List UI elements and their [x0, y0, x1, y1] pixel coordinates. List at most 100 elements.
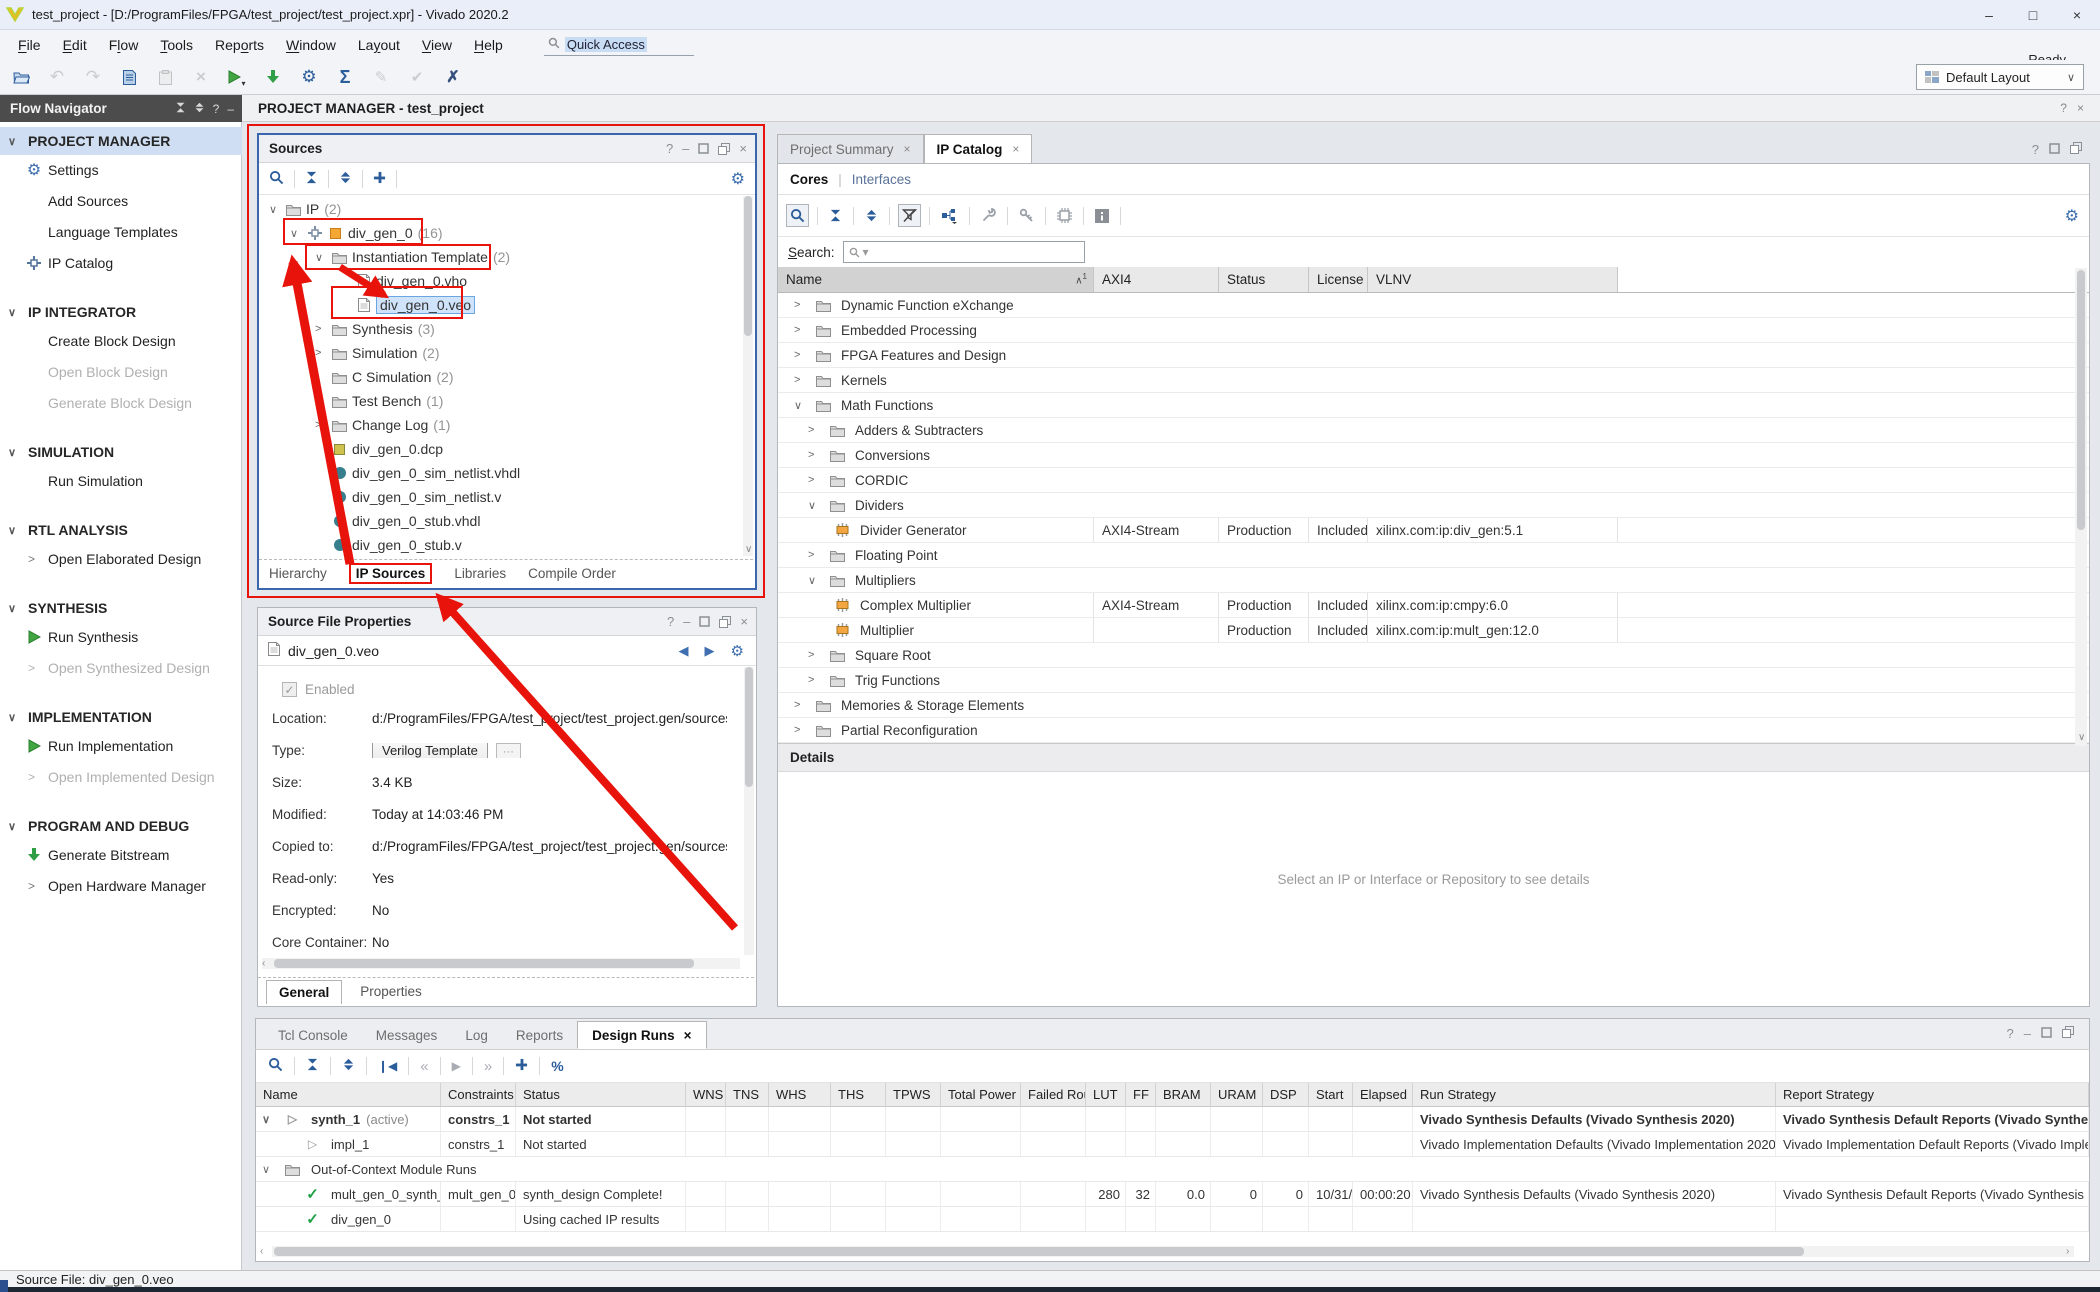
menu-edit[interactable]: Edit — [52, 37, 98, 53]
tab-hierarchy[interactable]: Hierarchy — [269, 566, 327, 581]
run-row-impl_1[interactable]: ▷impl_1constrs_1Not startedVivado Implem… — [256, 1132, 2089, 1157]
column-name[interactable]: Name — [256, 1083, 441, 1106]
flownav-section-ip-integrator[interactable]: ∨IP INTEGRATOR — [0, 298, 242, 326]
caret-open-icon[interactable]: ∨ — [8, 306, 28, 319]
menu-help[interactable]: Help — [463, 37, 514, 53]
expand-all-icon[interactable] — [339, 171, 352, 187]
tab-interfaces[interactable]: Interfaces — [852, 172, 911, 187]
ip-category-embedded-processing[interactable]: >Embedded Processing — [778, 318, 2089, 343]
enabled-checkbox[interactable]: ✓ Enabled — [282, 682, 355, 697]
column-start[interactable]: Start — [1309, 1083, 1353, 1106]
tab-log[interactable]: Log — [451, 1021, 502, 1049]
caret-right-icon[interactable]: > — [808, 474, 824, 486]
column-tpws[interactable]: TPWS — [886, 1083, 941, 1106]
probe-icon[interactable]: ✗ — [442, 66, 464, 88]
flownav-item-open-implemented-design[interactable]: >Open Implemented Design — [0, 763, 242, 791]
stamp-icon[interactable]: ✔ — [406, 66, 428, 88]
tree-item-div_gen_0_stub.v[interactable]: div_gen_0_stub.v — [259, 533, 743, 557]
tab-messages[interactable]: Messages — [362, 1021, 452, 1049]
skip-to-start-icon[interactable]: ❙◀ — [378, 1059, 397, 1073]
ip-category-math-functions[interactable]: ∨Math Functions — [778, 393, 2089, 418]
caret-right-icon[interactable]: > — [315, 323, 331, 335]
close-panel-icon[interactable]: × — [739, 141, 747, 156]
save-icon[interactable] — [118, 66, 140, 88]
caret-right-icon[interactable]: > — [794, 724, 810, 736]
tree-item-ip[interactable]: ∨IP(2) — [259, 197, 743, 221]
expand-all-icon[interactable] — [862, 206, 881, 225]
settings-gear-icon[interactable]: ⚙ — [731, 642, 744, 660]
column-axi4[interactable]: AXI4 — [1094, 267, 1219, 292]
maximize-panel-icon[interactable] — [699, 616, 710, 627]
play-icon[interactable]: ▶ — [452, 1059, 461, 1073]
tab-reports[interactable]: Reports — [502, 1021, 577, 1049]
caret-open-icon[interactable]: ∨ — [8, 446, 28, 459]
flownav-item-generate-block-design[interactable]: Generate Block Design — [0, 389, 242, 417]
info-icon[interactable] — [1092, 206, 1112, 226]
ip-row-divider-generator[interactable]: Divider GeneratorAXI4-StreamProductionIn… — [778, 518, 2089, 543]
caret-open-icon[interactable]: ∨ — [8, 524, 28, 537]
caret-right-icon[interactable]: > — [808, 424, 824, 436]
ip-category-cordic[interactable]: >CORDIC — [778, 468, 2089, 493]
search-icon[interactable] — [786, 204, 809, 227]
column-total-power[interactable]: Total Power — [941, 1083, 1021, 1106]
column-wns[interactable]: WNS — [686, 1083, 726, 1106]
flownav-item-ip-catalog[interactable]: IP Catalog — [0, 249, 242, 277]
ip-row-complex-multiplier[interactable]: Complex MultiplierAXI4-StreamProductionI… — [778, 593, 2089, 618]
flownav-section-program-and-debug[interactable]: ∨PROGRAM AND DEBUG — [0, 812, 242, 840]
caret-open-icon[interactable]: ∨ — [290, 227, 306, 240]
column-lut[interactable]: LUT — [1086, 1083, 1126, 1106]
column-ff[interactable]: FF — [1126, 1083, 1156, 1106]
tab-tcl-console[interactable]: Tcl Console — [264, 1021, 362, 1049]
menu-view[interactable]: View — [411, 37, 463, 53]
settings-icon[interactable]: ⚙ — [298, 66, 320, 88]
collapse-all-icon[interactable] — [305, 171, 318, 187]
menu-layout[interactable]: Layout — [347, 37, 411, 53]
forward-icon[interactable]: ▶ — [705, 643, 715, 659]
ip-category-partial-reconfiguration[interactable]: >Partial Reconfiguration — [778, 718, 2089, 743]
ip-category-fpga-features-and-design[interactable]: >FPGA Features and Design — [778, 343, 2089, 368]
tab-properties[interactable]: Properties — [360, 984, 422, 999]
column-elapsed[interactable]: Elapsed — [1353, 1083, 1413, 1106]
caret-right-icon[interactable]: > — [794, 299, 810, 311]
chevron-right-icon[interactable]: > — [28, 879, 48, 893]
caret-right-icon[interactable]: > — [794, 324, 810, 336]
sources-vertical-scrollbar[interactable]: ∨ — [743, 196, 753, 556]
flownav-section-rtl-analysis[interactable]: ∨RTL ANALYSIS — [0, 516, 242, 544]
caret-open-icon[interactable]: ∨ — [8, 820, 28, 833]
minimize-panel-icon[interactable]: – — [2024, 1026, 2031, 1041]
tab-general[interactable]: General — [266, 980, 342, 1004]
caret-open-icon[interactable]: ∨ — [262, 1113, 278, 1126]
collapse-all-icon[interactable] — [175, 102, 186, 116]
add-sources-icon[interactable] — [373, 171, 386, 187]
menu-window[interactable]: Window — [275, 37, 347, 53]
float-panel-icon[interactable] — [2070, 142, 2082, 157]
column-license[interactable]: License — [1309, 267, 1368, 292]
expand-all-icon[interactable] — [194, 102, 205, 116]
ip-category-multipliers[interactable]: ∨Multipliers — [778, 568, 2089, 593]
column-dsp[interactable]: DSP — [1263, 1083, 1309, 1106]
tree-item-change-log[interactable]: >Change Log(1) — [259, 413, 743, 437]
tree-item-div_gen_0.dcp[interactable]: div_gen_0.dcp — [259, 437, 743, 461]
step-forward-icon[interactable]: » — [484, 1058, 492, 1075]
design-runs-horizontal-scrollbar[interactable]: ‹ › — [272, 1246, 2074, 1257]
float-panel-icon[interactable] — [2062, 1026, 2074, 1041]
caret-open-icon[interactable]: ∨ — [8, 602, 28, 615]
minimize-panel-icon[interactable]: – — [683, 614, 690, 629]
run-row-mult_gen_0_synth_1[interactable]: ✓mult_gen_0_synth_1mult_gen_0synth_desig… — [256, 1182, 2089, 1207]
tab-ip-catalog[interactable]: IP Catalog× — [924, 134, 1033, 164]
ip-category-adders-&-subtracters[interactable]: >Adders & Subtracters — [778, 418, 2089, 443]
run-row-out-of-context-module-runs[interactable]: ∨Out-of-Context Module Runs — [256, 1157, 2089, 1182]
search-icon[interactable] — [269, 170, 284, 188]
ip-row-multiplier[interactable]: MultiplierProductionIncludedxilinx.com:i… — [778, 618, 2089, 643]
column-bram[interactable]: BRAM — [1156, 1083, 1211, 1106]
flownav-item-create-block-design[interactable]: Create Block Design — [0, 327, 242, 355]
ip-category-kernels[interactable]: >Kernels — [778, 368, 2089, 393]
caret-right-icon[interactable]: > — [794, 699, 810, 711]
menu-flow[interactable]: Flow — [98, 37, 150, 53]
sfp-vertical-scrollbar[interactable] — [744, 667, 754, 955]
flownav-item-open-block-design[interactable]: Open Block Design — [0, 358, 242, 386]
caret-right-icon[interactable]: > — [794, 349, 810, 361]
license-key-icon[interactable] — [1016, 205, 1037, 226]
minimize-panel-icon[interactable]: – — [227, 102, 234, 116]
menu-file[interactable]: File — [7, 37, 52, 53]
